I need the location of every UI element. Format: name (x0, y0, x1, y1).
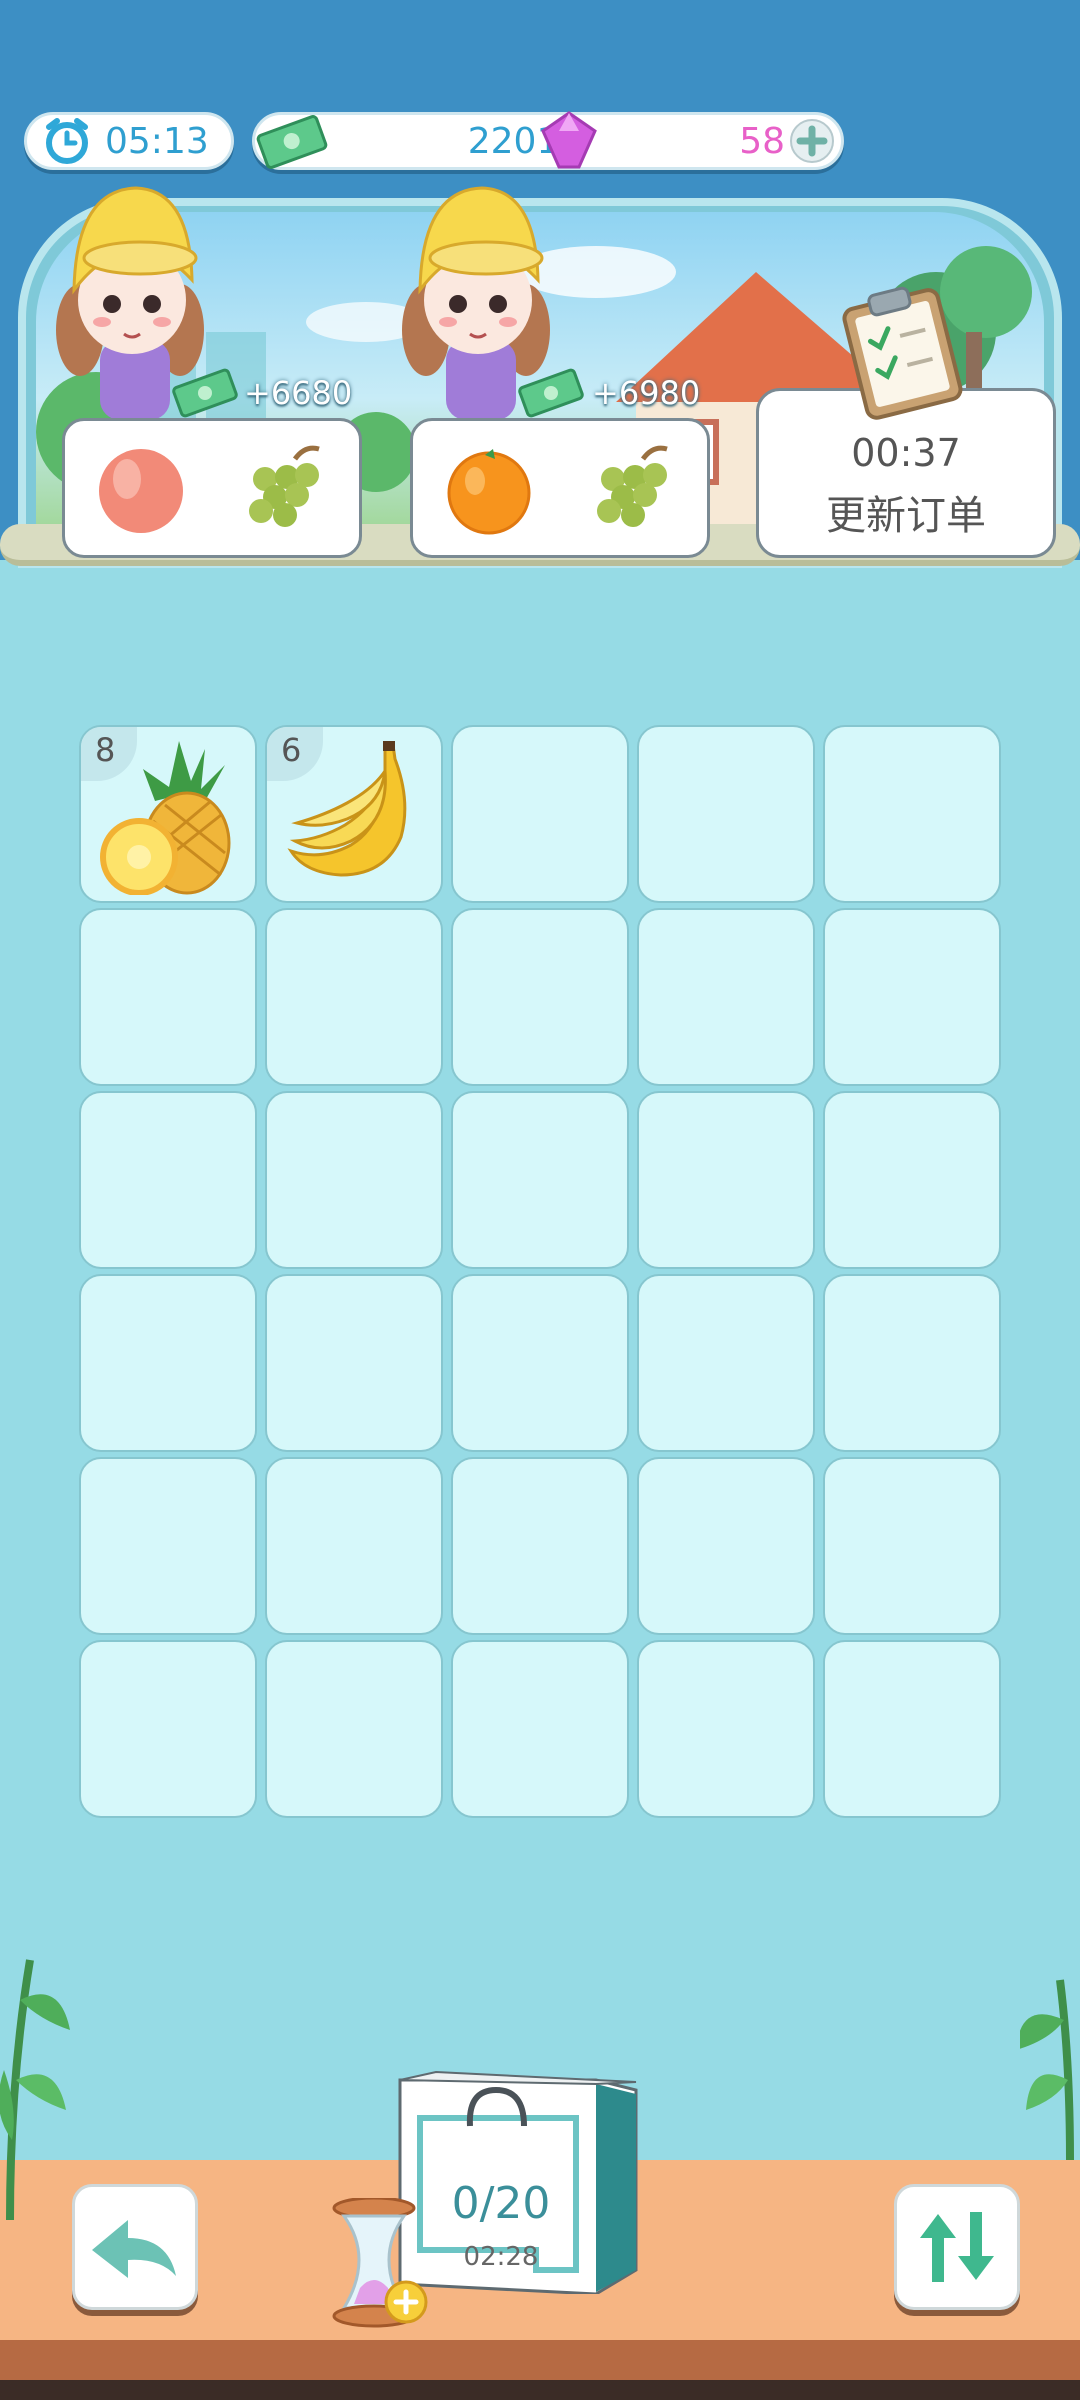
board-cell-banana[interactable]: 6 (265, 725, 443, 903)
grapes-icon (597, 445, 668, 527)
board-cell[interactable] (265, 1640, 443, 1818)
board-cell[interactable] (265, 908, 443, 1086)
board-cell[interactable] (637, 725, 815, 903)
sort-button[interactable] (894, 2184, 1020, 2310)
alarm-clock-icon (46, 118, 88, 164)
plus-icon[interactable] (789, 118, 835, 164)
order-card-1[interactable] (62, 418, 362, 558)
board-cell[interactable] (265, 1457, 443, 1635)
board-cell[interactable] (451, 1640, 629, 1818)
cash-icon (518, 368, 584, 418)
refresh-label: 更新订单 (826, 493, 986, 539)
board-cell[interactable] (823, 908, 1001, 1086)
board-cell[interactable] (79, 1457, 257, 1635)
board-cell[interactable] (637, 1457, 815, 1635)
bag-count: 0/20 (451, 2178, 551, 2229)
cash-icon (256, 115, 328, 169)
plant-right-icon (1020, 1979, 1074, 2160)
board-cell[interactable] (637, 908, 815, 1086)
peach-icon (99, 449, 183, 533)
clipboard-icon (842, 286, 963, 420)
board-cell[interactable] (823, 1457, 1001, 1635)
board-cell[interactable] (637, 1091, 815, 1269)
currency-pill: 22016 58 (252, 111, 844, 170)
board-cell[interactable] (451, 725, 629, 903)
board-cell[interactable] (823, 1274, 1001, 1452)
shopping-bag[interactable]: 0/20 02:28 (396, 2070, 640, 2294)
cash-icon (172, 368, 238, 418)
plant-left-icon (0, 1959, 70, 2220)
order-card-2[interactable] (410, 418, 710, 558)
board-cell[interactable] (823, 725, 1001, 903)
board-cell[interactable] (451, 1274, 629, 1452)
board-cell[interactable] (451, 1091, 629, 1269)
board-cell[interactable] (451, 908, 629, 1086)
floor (0, 2380, 1080, 2400)
counter-edge (0, 2340, 1080, 2380)
board-cell[interactable] (637, 1640, 815, 1818)
bag-timer: 02:28 (463, 2242, 539, 2272)
board-cell[interactable] (823, 1640, 1001, 1818)
board-cell-pineapple[interactable]: 8 (79, 725, 257, 903)
board-cell[interactable] (79, 1091, 257, 1269)
board-cell[interactable] (637, 1274, 815, 1452)
board-cell[interactable] (451, 1457, 629, 1635)
timer-text: 05:13 (105, 120, 209, 162)
gem-icon (541, 111, 597, 169)
order-reward-1: +6680 (244, 374, 353, 412)
back-arrow-icon (92, 2220, 176, 2278)
board-cell[interactable] (265, 1091, 443, 1269)
sort-arrows-icon (920, 2212, 994, 2282)
orange-icon (447, 449, 531, 535)
hourglass-icon[interactable] (330, 2198, 430, 2328)
board-cell[interactable] (79, 1274, 257, 1452)
board-cell[interactable] (79, 908, 257, 1086)
board-cell[interactable] (265, 1274, 443, 1452)
gem-count: 58 (739, 120, 785, 162)
order-reward-2: +6980 (592, 374, 701, 412)
board-cell[interactable] (79, 1640, 257, 1818)
timer-pill: 05:13 (24, 112, 234, 170)
refresh-timer: 00:37 (851, 431, 961, 475)
board-cell[interactable] (823, 1091, 1001, 1269)
grapes-icon (249, 445, 320, 527)
back-button[interactable] (72, 2184, 198, 2310)
